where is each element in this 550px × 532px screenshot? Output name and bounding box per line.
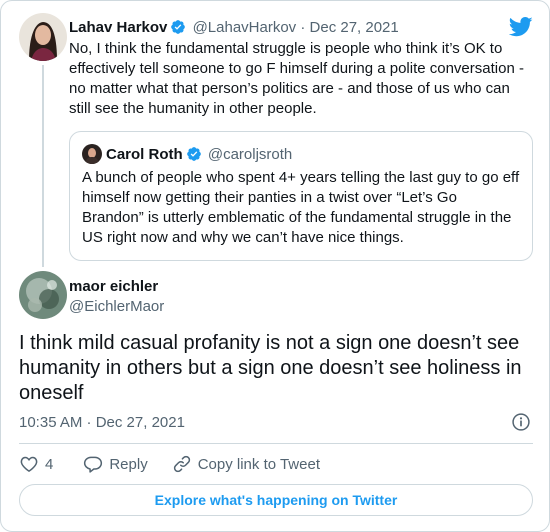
quoted-tweet[interactable]: Carol Roth @caroljsroth A bunch of peopl… — [69, 131, 533, 261]
embedded-tweet-card: Lahav Harkov @LahavHarkov · Dec 27, 2021… — [0, 0, 550, 532]
avatar[interactable] — [19, 13, 67, 61]
twitter-bird-icon[interactable] — [509, 17, 533, 37]
thread-connector-line — [42, 65, 44, 267]
heart-icon — [20, 456, 38, 472]
like-count: 4 — [45, 455, 54, 473]
divider — [19, 443, 533, 444]
explore-twitter-button[interactable]: Explore what's happening on Twitter — [19, 484, 533, 516]
reply-label: Reply — [109, 455, 148, 473]
parent-tweet-header: Lahav Harkov @LahavHarkov · Dec 27, 2021 — [69, 18, 399, 38]
parent-tweet-text: No, I think the fundamental struggle is … — [69, 40, 524, 117]
verified-badge-icon — [171, 20, 186, 34]
main-tweet-text: I think mild casual profanity is not a s… — [19, 332, 522, 404]
quoted-tweet-text: A bunch of people who spent 4+ years tel… — [82, 169, 520, 246]
quoted-author-name: Carol Roth — [106, 146, 183, 163]
separator: · — [300, 19, 306, 36]
copy-link-label: Copy link to Tweet — [197, 455, 320, 473]
main-author-name[interactable]: maor eichler — [69, 277, 158, 297]
quoted-tweet-header: Carol Roth @caroljsroth — [82, 144, 292, 165]
quoted-author-handle: @caroljsroth — [207, 146, 293, 163]
author-name[interactable]: Lahav Harkov — [69, 19, 167, 36]
copy-link-button[interactable]: Copy link to Tweet — [172, 454, 320, 474]
reply-icon — [84, 456, 103, 473]
reply-button[interactable]: Reply — [83, 454, 148, 474]
tweet-actions: 4 Reply Copy link to Tweet — [19, 453, 320, 475]
tweet-timestamp[interactable]: 10:35 AM · Dec 27, 2021 — [19, 413, 185, 433]
avatar[interactable] — [19, 271, 67, 319]
link-icon — [173, 455, 190, 473]
main-author-handle[interactable]: @EichlerMaor — [69, 297, 164, 317]
author-handle[interactable]: @LahavHarkov — [193, 19, 297, 36]
like-button[interactable]: 4 — [19, 454, 53, 474]
tweet-date[interactable]: Dec 27, 2021 — [310, 19, 399, 36]
verified-badge-icon — [186, 147, 201, 161]
info-icon[interactable] — [511, 412, 531, 432]
avatar — [82, 144, 102, 164]
